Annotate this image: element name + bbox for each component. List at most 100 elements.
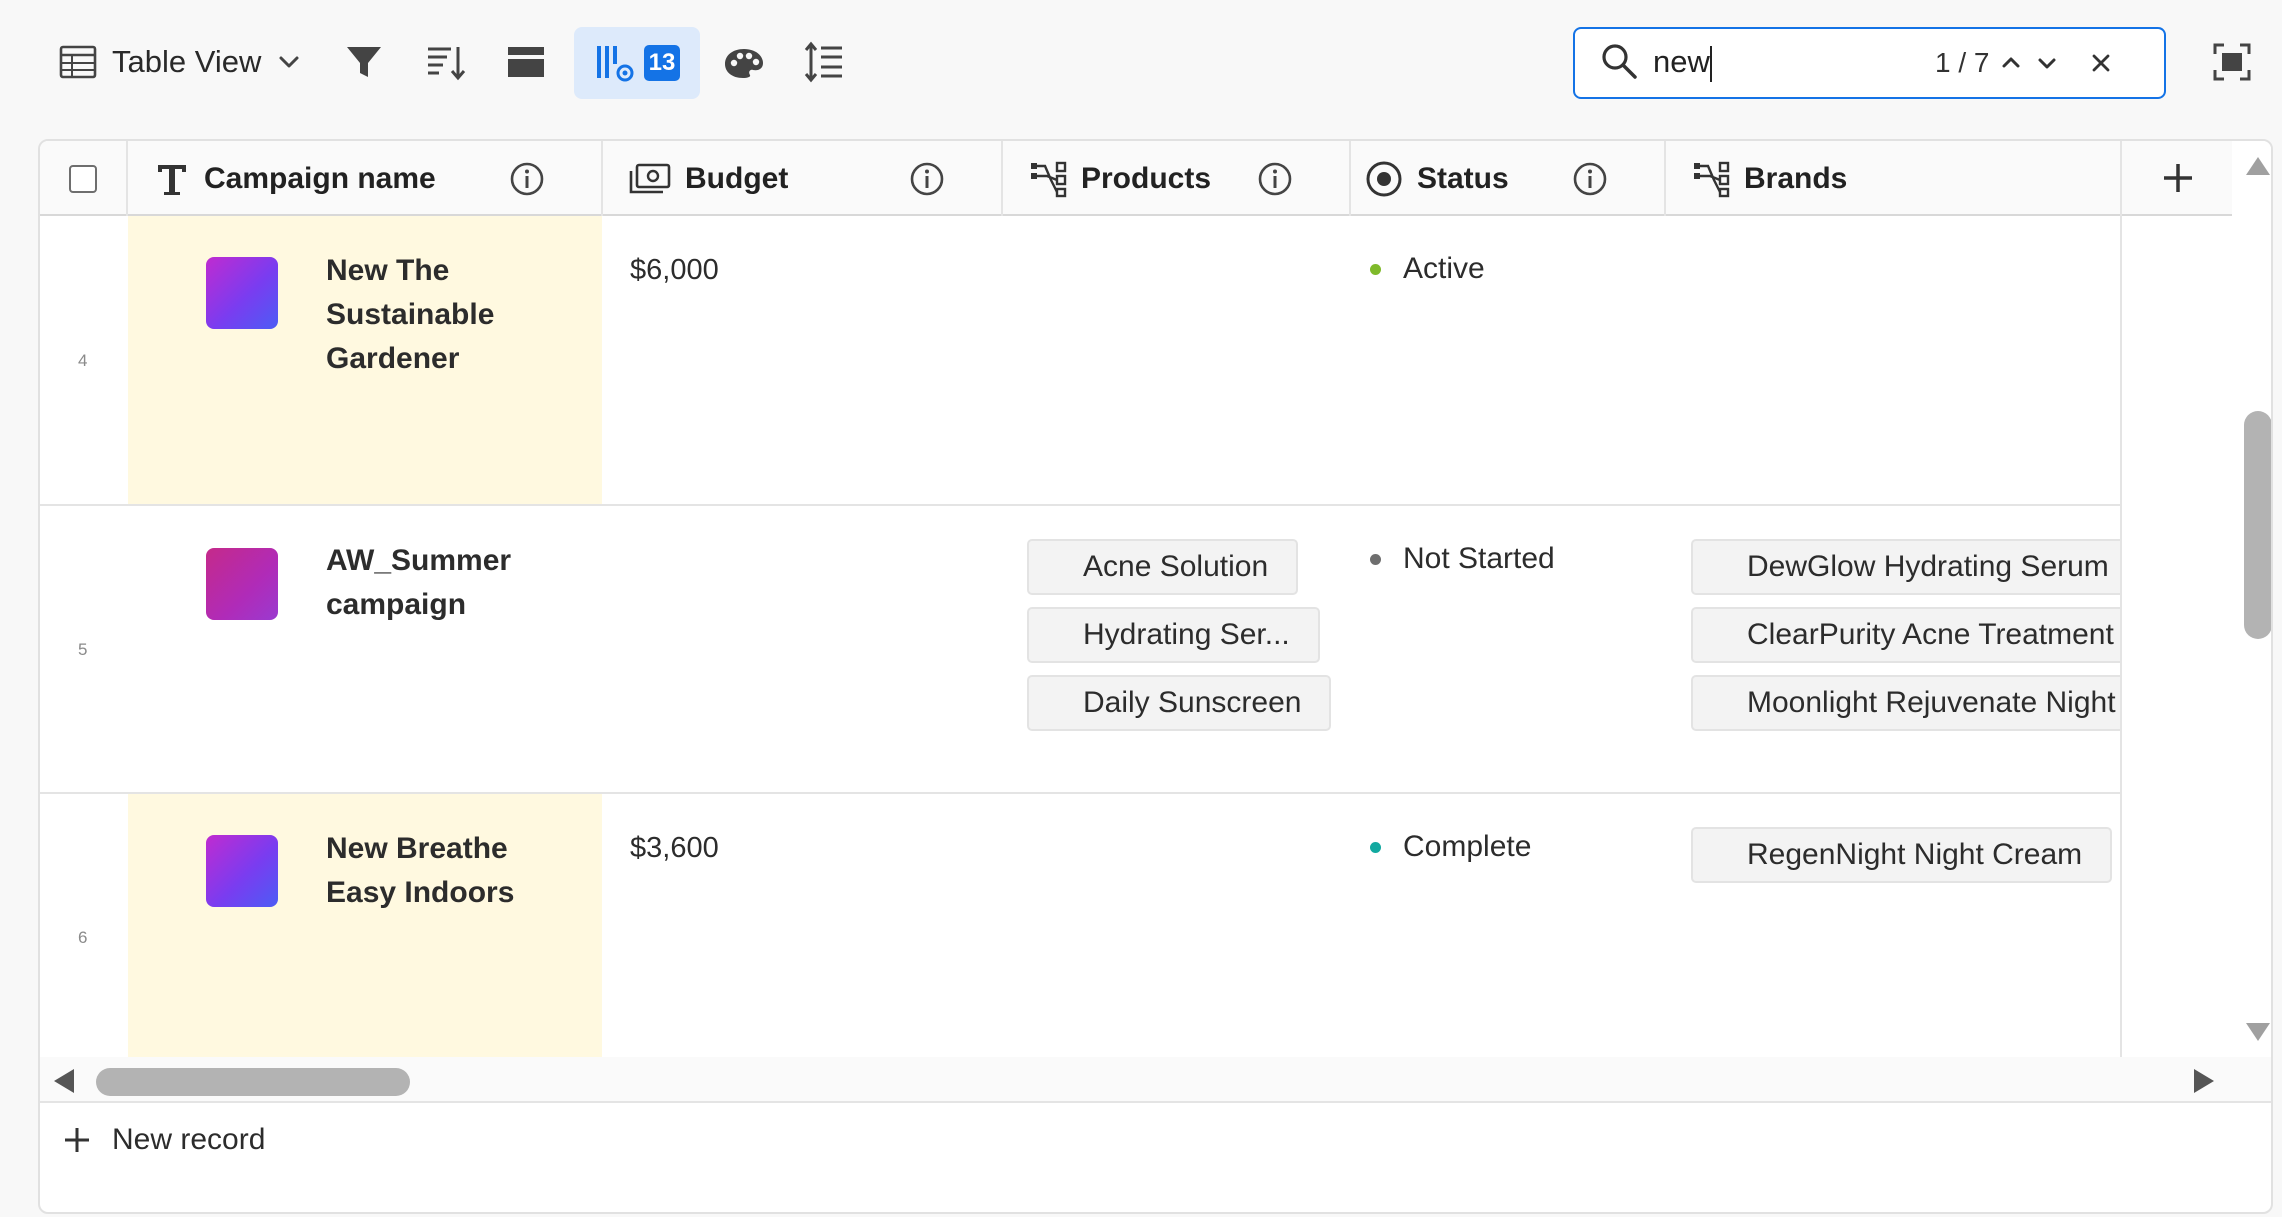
status-dot	[1370, 263, 1381, 275]
select-all-checkbox[interactable]	[69, 164, 97, 193]
close-icon	[2092, 54, 2110, 72]
column-label: Products	[1081, 161, 1212, 195]
campaign-name-cell[interactable]: New The Sustainable Gardener	[326, 249, 586, 381]
table-row[interactable]: 6 New Breathe Easy Indoors $3,600 Comple…	[40, 794, 2120, 1057]
fields-button[interactable]: 13	[574, 27, 700, 99]
search-match-count: 1 / 7	[1935, 47, 1990, 78]
chevron-up-icon	[2002, 57, 2020, 68]
row-number: 5	[78, 640, 88, 659]
palette-icon	[723, 41, 765, 83]
column-header-campaign-name[interactable]: Campaign name	[128, 141, 603, 216]
vertical-scroll-thumb[interactable]	[2244, 411, 2271, 639]
campaign-name-cell[interactable]: AW_Summer campaign	[326, 539, 586, 627]
linked-record-icon	[1029, 160, 1067, 198]
horizontal-scrollbar[interactable]	[40, 1057, 2271, 1103]
view-switcher-label: Table View	[112, 44, 262, 79]
column-header-row: Campaign name Budget Products Status Bra…	[40, 141, 2120, 216]
single-select-icon	[1365, 160, 1403, 198]
search-box: new 1 / 7	[1573, 27, 2166, 99]
column-header-budget[interactable]: Budget	[603, 141, 1003, 216]
product-tag[interactable]: Hydrating Ser...	[1027, 607, 1320, 663]
status-label: Active	[1403, 252, 1485, 285]
campaign-thumbnail[interactable]	[206, 835, 278, 907]
text-caret	[1709, 45, 1712, 82]
column-label: Brands	[1744, 161, 1848, 195]
row-number: 6	[78, 928, 88, 947]
search-input[interactable]: new	[1653, 44, 1903, 82]
fullscreen-icon	[2212, 42, 2252, 82]
column-header-status[interactable]: Status	[1351, 141, 1666, 216]
scroll-down-arrow[interactable]	[2244, 1021, 2271, 1048]
select-all-cell	[40, 141, 128, 216]
status-dot	[1370, 553, 1381, 565]
status-label: Complete	[1403, 830, 1532, 863]
plus-icon	[65, 1128, 89, 1152]
vertical-scrollbar[interactable]	[2232, 141, 2271, 1057]
info-icon[interactable]	[1257, 161, 1293, 197]
fields-count-badge: 13	[644, 45, 680, 81]
row-group-button[interactable]	[498, 34, 554, 90]
grid-body: 4 New The Sustainable Gardener $6,000 Ac…	[40, 141, 2120, 1057]
campaign-thumbnail[interactable]	[206, 257, 278, 329]
toolbar: Table View 13 new 1 / 7	[0, 0, 2282, 125]
row-block-icon	[506, 42, 546, 82]
row-height-button[interactable]	[796, 34, 852, 90]
next-match-button[interactable]	[2029, 43, 2065, 83]
add-column-button[interactable]	[2122, 141, 2234, 216]
chevron-down-icon	[275, 48, 303, 76]
search-icon	[1599, 41, 1639, 86]
column-settings-icon	[594, 42, 636, 84]
budget-cell[interactable]: $6,000	[630, 254, 719, 287]
status-dot	[1370, 841, 1381, 853]
status-label: Not Started	[1403, 542, 1555, 575]
search-input-value: new	[1653, 44, 1710, 80]
table-view-icon	[58, 42, 98, 82]
budget-cell[interactable]: $3,600	[630, 832, 719, 865]
brand-tag[interactable]: ClearPurity Acne Treatment	[1691, 607, 2120, 663]
filter-icon	[344, 42, 384, 82]
new-record-label: New record	[112, 1123, 266, 1156]
sort-icon	[425, 41, 467, 83]
brand-tag[interactable]: Moonlight Rejuvenate Night C	[1691, 675, 2120, 731]
plus-icon	[2164, 163, 2192, 192]
column-header-products[interactable]: Products	[1003, 141, 1351, 216]
column-header-brands[interactable]: Brands	[1666, 141, 2120, 216]
data-grid: 4 New The Sustainable Gardener $6,000 Ac…	[38, 139, 2273, 1214]
info-icon[interactable]	[509, 161, 545, 197]
campaign-thumbnail[interactable]	[206, 548, 278, 620]
clear-search-button[interactable]	[2083, 43, 2119, 83]
info-icon[interactable]	[1572, 161, 1608, 197]
product-tag[interactable]: Daily Sunscreen	[1027, 675, 1332, 731]
view-switcher[interactable]: Table View	[50, 34, 311, 90]
line-height-icon	[803, 41, 845, 83]
status-cell[interactable]: Active	[1370, 252, 1485, 286]
product-tag[interactable]: Acne Solution	[1027, 539, 1299, 595]
fullscreen-button[interactable]	[2204, 34, 2260, 90]
linked-record-icon	[1692, 160, 1730, 198]
info-icon[interactable]	[909, 161, 945, 197]
table-row[interactable]: 4 New The Sustainable Gardener $6,000 Ac…	[40, 216, 2120, 506]
campaign-name-cell[interactable]: New Breathe Easy Indoors	[326, 827, 586, 915]
text-type-icon	[154, 161, 190, 197]
brand-tag[interactable]: RegenNight Night Cream	[1691, 827, 2113, 883]
app-page: Table View 13 new 1 / 7 4 New The Sustai…	[0, 0, 2282, 1217]
scroll-up-arrow[interactable]	[2244, 155, 2271, 182]
row-number: 4	[78, 351, 88, 370]
chevron-down-icon	[2038, 58, 2056, 69]
table-row[interactable]: 5 AW_Summer campaign Acne Solution Hydra…	[40, 506, 2120, 794]
sort-button[interactable]	[418, 34, 474, 90]
currency-icon	[629, 161, 671, 197]
status-cell[interactable]: Complete	[1370, 830, 1531, 864]
column-label: Budget	[685, 161, 789, 195]
scroll-left-arrow[interactable]	[52, 1067, 76, 1100]
scroll-right-arrow[interactable]	[2192, 1067, 2216, 1100]
brand-tag[interactable]: DewGlow Hydrating Serum	[1691, 539, 2120, 595]
status-cell[interactable]: Not Started	[1370, 542, 1555, 576]
horizontal-scroll-thumb[interactable]	[96, 1068, 410, 1096]
column-label: Campaign name	[204, 161, 436, 195]
filter-button[interactable]	[336, 34, 392, 90]
previous-match-button[interactable]	[1993, 43, 2029, 83]
new-record-button[interactable]: New record	[62, 1123, 265, 1157]
column-label: Status	[1417, 161, 1509, 195]
theme-button[interactable]	[716, 34, 772, 90]
